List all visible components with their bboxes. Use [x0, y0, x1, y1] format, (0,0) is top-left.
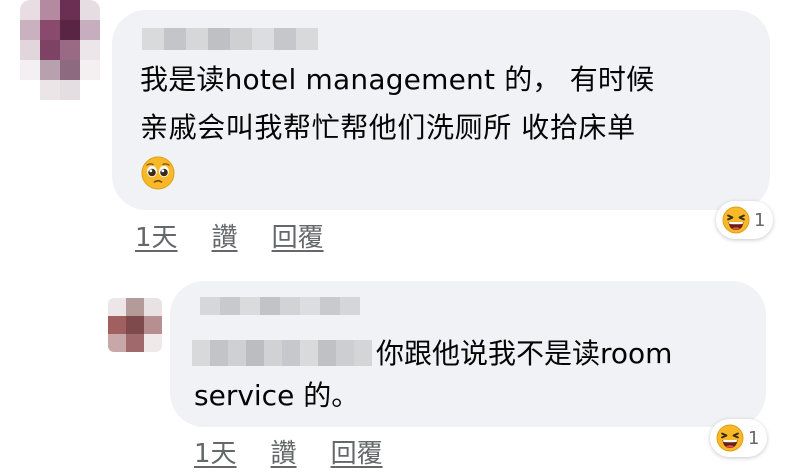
pleading-face-icon — [141, 156, 175, 190]
comment-text-line: service 的。 — [194, 379, 360, 412]
avatar[interactable] — [20, 0, 100, 100]
author-name-redacted[interactable] — [142, 28, 318, 50]
reply-button[interactable]: 回覆 — [331, 433, 383, 470]
reaction-summary[interactable]: 1 — [710, 419, 768, 457]
author-name-redacted[interactable] — [200, 297, 360, 315]
laughing-face-icon — [722, 206, 750, 234]
timestamp-link[interactable]: 1天 — [194, 433, 237, 470]
comment-actions: 1天 讚 回覆 — [135, 217, 358, 254]
comment-text-line: 我是读hotel management 的， 有时候 — [140, 63, 655, 96]
comment-thread: 我是读hotel management 的， 有时候 亲戚会叫我帮忙帮他们洗厕所… — [0, 0, 800, 473]
timestamp-link[interactable]: 1天 — [135, 217, 178, 254]
reaction-summary[interactable]: 1 — [716, 201, 774, 239]
comment-actions: 1天 讚 回覆 — [194, 433, 417, 470]
like-button[interactable]: 讚 — [212, 217, 238, 254]
reaction-count: 1 — [754, 209, 766, 231]
comment-text-line: 亲戚会叫我帮忙帮他们洗厕所 收拾床单 — [140, 111, 636, 144]
comment-text-line: 你跟他说我不是读room — [376, 337, 673, 370]
laughing-face-icon — [716, 424, 744, 452]
like-button[interactable]: 讚 — [271, 433, 297, 470]
mentioned-name-redacted[interactable] — [192, 340, 372, 366]
reaction-count: 1 — [748, 427, 760, 449]
reply-button[interactable]: 回覆 — [272, 217, 324, 254]
avatar[interactable] — [108, 298, 162, 352]
